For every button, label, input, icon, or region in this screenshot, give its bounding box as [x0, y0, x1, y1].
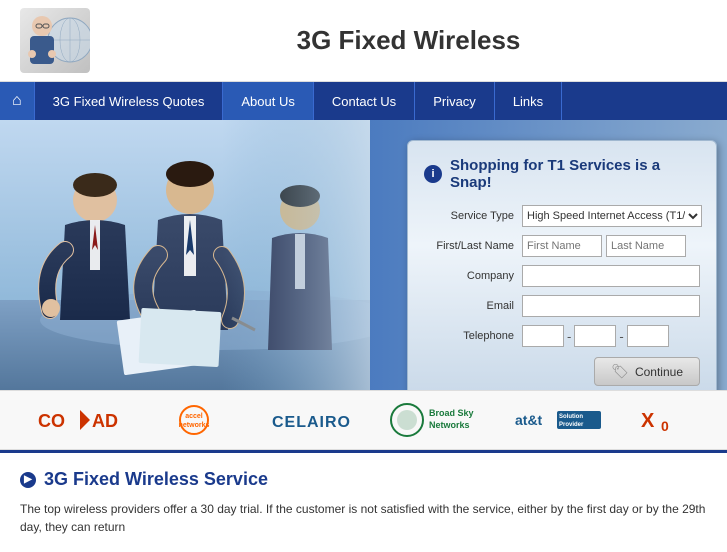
company-input[interactable]	[522, 265, 700, 287]
info-icon: i	[424, 165, 442, 183]
svg-text:Provider: Provider	[559, 422, 584, 428]
telephone-label: Telephone	[424, 330, 514, 342]
svg-text:CELAIRO: CELAIRO	[272, 414, 350, 431]
svg-text:at&t: at&t	[515, 412, 543, 428]
name-inputs	[522, 235, 686, 257]
covad-logo: CO AD	[38, 405, 118, 435]
nav-item-privacy[interactable]: Privacy	[415, 82, 495, 120]
svg-text:networks: networks	[179, 422, 210, 429]
svg-text:Networks: Networks	[429, 420, 470, 430]
nav-item-about[interactable]: About Us	[223, 82, 313, 120]
form-title: i Shopping for T1 Services is a Snap!	[424, 157, 700, 191]
first-name-input[interactable]	[522, 235, 602, 257]
email-row: Email	[424, 295, 700, 317]
name-row: First/Last Name	[424, 235, 700, 257]
main-nav: ⌂ 3G Fixed Wireless Quotes About Us Cont…	[0, 82, 727, 120]
nav-item-quotes[interactable]: 3G Fixed Wireless Quotes	[35, 82, 224, 120]
header: 3G Fixed Wireless	[0, 0, 727, 82]
broadsky-logo: Broad Sky Networks	[387, 400, 477, 440]
tel-number-input[interactable]	[627, 325, 669, 347]
tel-sep-1: -	[567, 329, 571, 344]
page-title: 3G Fixed Wireless	[110, 25, 707, 56]
service-type-select[interactable]: High Speed Internet Access (T1/DS	[522, 205, 702, 227]
svg-text:Broad Sky: Broad Sky	[429, 408, 474, 418]
xo-logo: X 0	[639, 405, 689, 435]
company-row: Company	[424, 265, 700, 287]
service-type-label: Service Type	[424, 210, 514, 222]
nav-item-links[interactable]: Links	[495, 82, 562, 120]
telephone-row: Telephone - -	[424, 325, 700, 347]
att-logo: at&t Solution Provider	[513, 403, 603, 438]
company-label: Company	[424, 270, 514, 282]
celairo-logo: CELAIRO	[270, 405, 350, 435]
continue-button[interactable]: 🏷 Continue	[594, 357, 700, 386]
accel-logo: accel networks	[154, 405, 234, 435]
telephone-inputs: - -	[522, 325, 669, 347]
content-title: ▶ 3G Fixed Wireless Service	[20, 469, 707, 490]
hero-image	[0, 120, 370, 390]
tel-area-input[interactable]	[522, 325, 564, 347]
content-icon: ▶	[20, 472, 36, 488]
svg-text:X: X	[641, 410, 655, 432]
logo-bar: CO AD accel networks CELAIRO Broad Sky N…	[0, 390, 727, 450]
svg-text:CO: CO	[38, 411, 65, 431]
continue-icon: 🏷	[611, 363, 629, 380]
tel-sep-2: -	[619, 329, 623, 344]
last-name-input[interactable]	[606, 235, 686, 257]
home-icon: ⌂	[12, 92, 22, 110]
nav-item-contact[interactable]: Contact Us	[314, 82, 415, 120]
svg-text:0: 0	[661, 418, 669, 434]
nav-home-button[interactable]: ⌂	[0, 82, 35, 120]
content-section: ▶ 3G Fixed Wireless Service The top wire…	[0, 450, 727, 552]
hero-section: i Shopping for T1 Services is a Snap! Se…	[0, 120, 727, 390]
svg-text:AD: AD	[92, 411, 118, 431]
service-type-row: Service Type High Speed Internet Access …	[424, 205, 700, 227]
form-button-row: 🏷 Continue	[424, 357, 700, 386]
logo-image	[20, 8, 90, 73]
content-text: The top wireless providers offer a 30 da…	[20, 500, 707, 536]
tel-exchange-input[interactable]	[574, 325, 616, 347]
email-input[interactable]	[522, 295, 700, 317]
header-logo	[20, 8, 90, 73]
name-label: First/Last Name	[424, 240, 514, 252]
svg-text:accel: accel	[185, 413, 203, 420]
email-label: Email	[424, 300, 514, 312]
form-panel: i Shopping for T1 Services is a Snap! Se…	[407, 140, 717, 390]
svg-text:Solution: Solution	[559, 414, 583, 420]
